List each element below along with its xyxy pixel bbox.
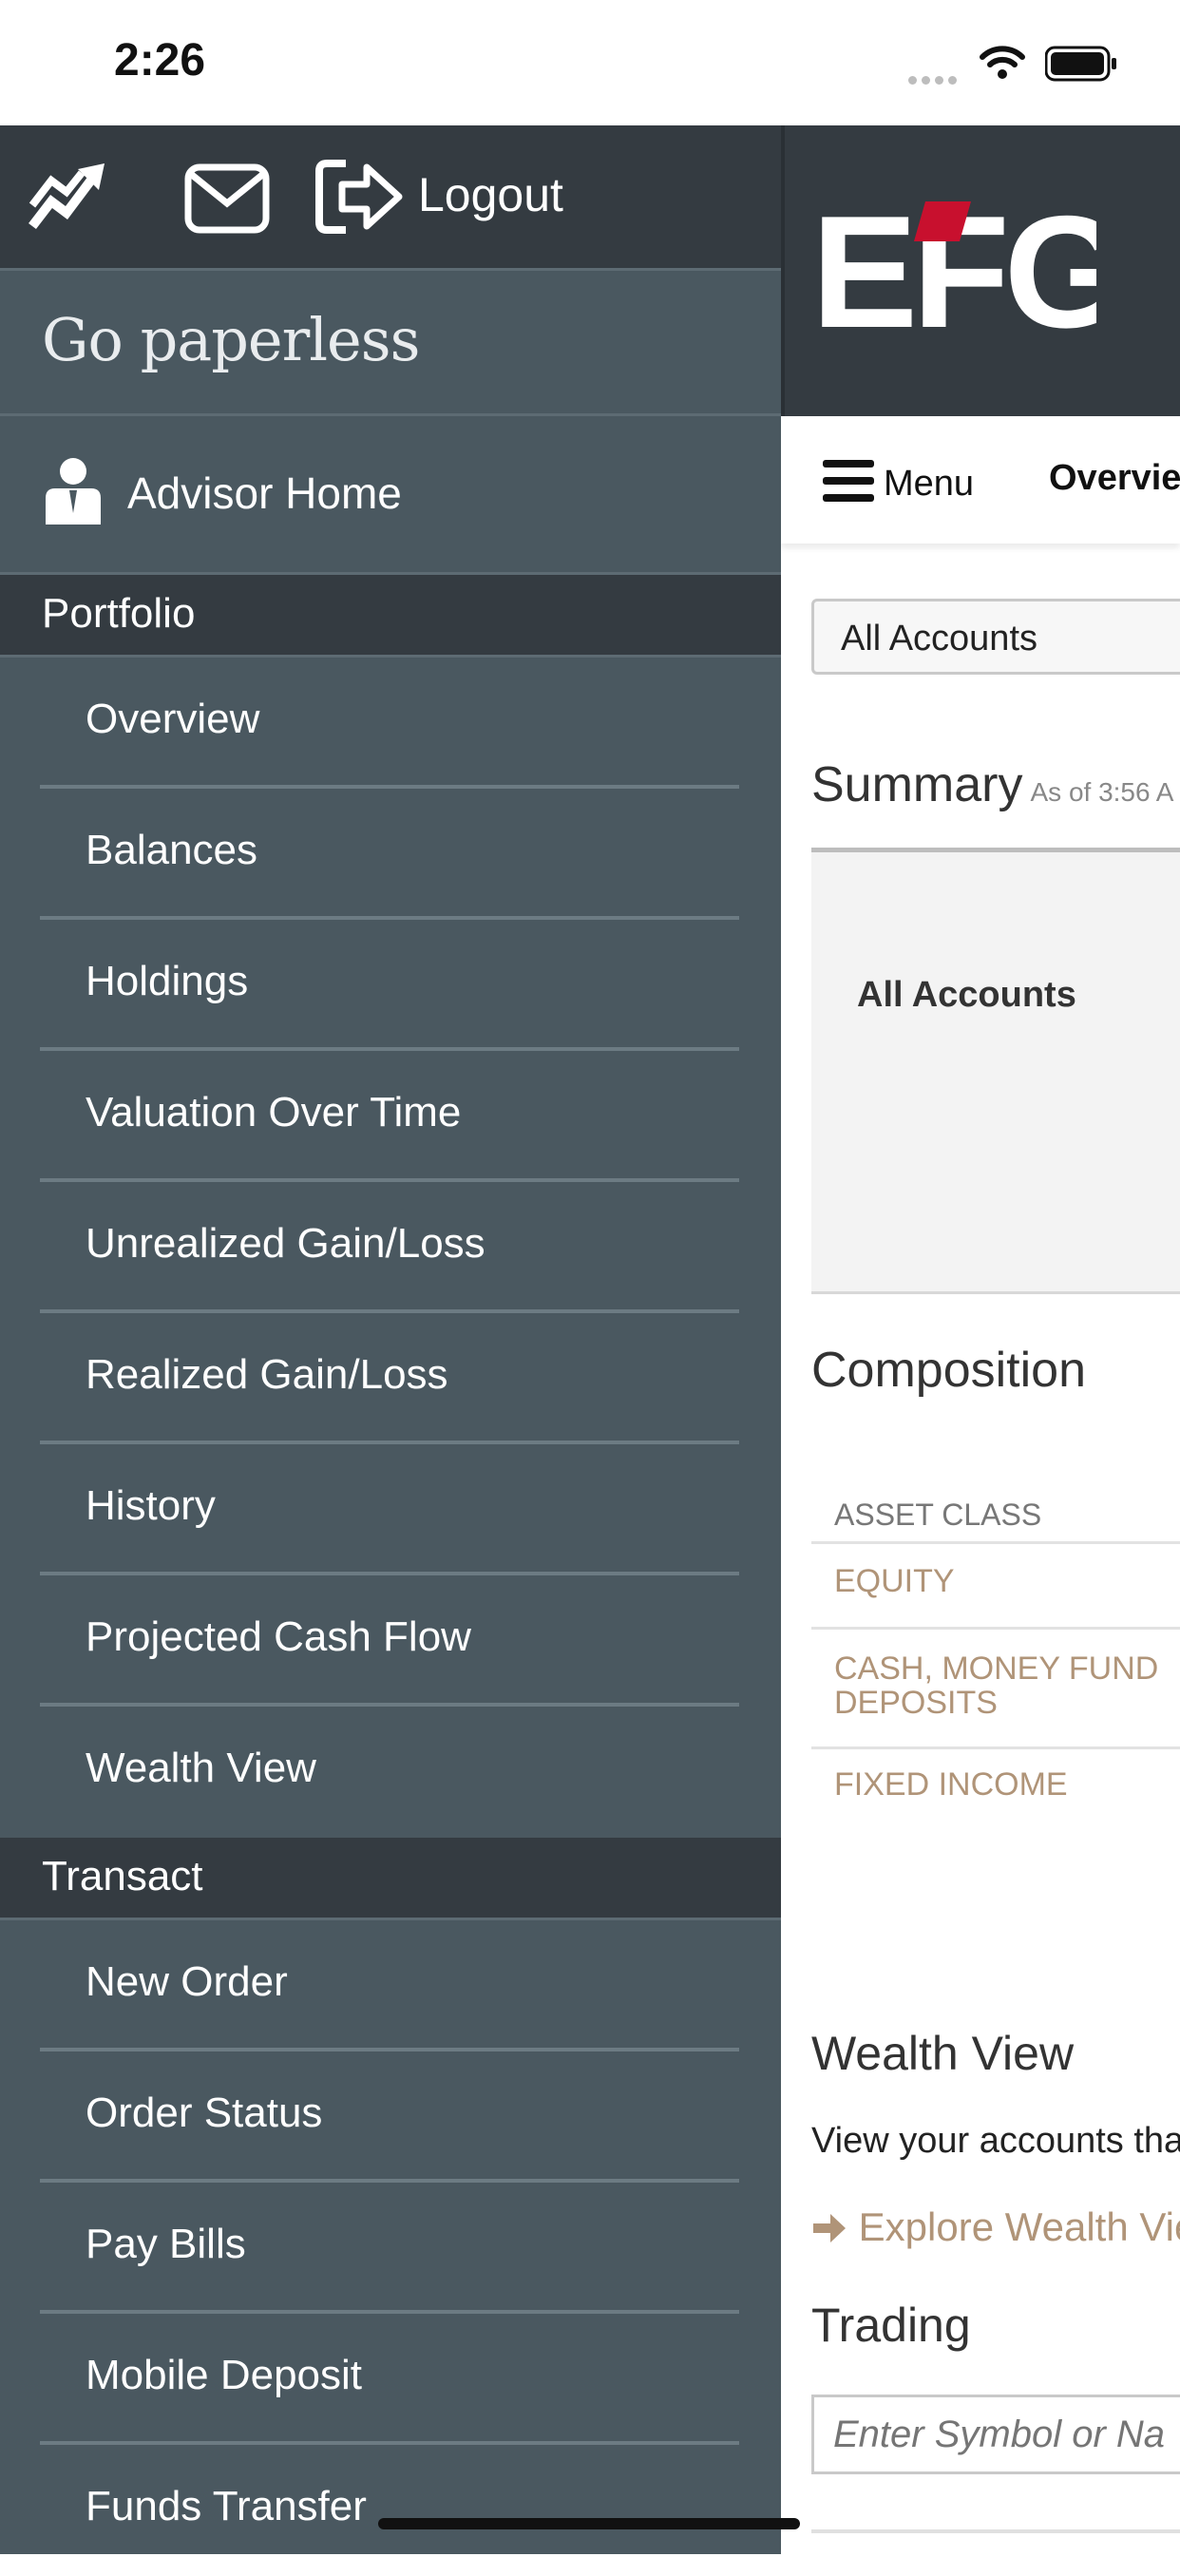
account-select-value: All Accounts [841,619,1037,658]
arrow-right-icon [813,2214,846,2242]
sidebar-item-history[interactable]: History [0,1444,781,1575]
divider [811,1746,1180,1749]
efg-logo: EFG [811,196,1096,338]
trading-title: Trading [811,2299,971,2352]
section-portfolio-title: Portfolio [42,590,196,637]
asset-row-cash[interactable]: CASH, MONEY FUND DEPOSITS [834,1651,1180,1720]
menu-button[interactable]: Menu [884,464,974,505]
sidebar-top-bar: Logout [0,125,781,271]
logout-button[interactable]: Logout [418,167,563,222]
explore-wealth-view-link[interactable]: Explore Wealth Vie [811,2204,1180,2250]
section-transact: Transact [0,1838,781,1920]
divider [811,1627,1180,1630]
home-indicator[interactable] [378,2518,800,2529]
sidebar-item-mobile-deposit[interactable]: Mobile Deposit [0,2314,781,2445]
advisor-home-link[interactable]: Advisor Home [0,416,781,575]
wifi-icon [980,46,1025,79]
tab-overview[interactable]: Overvie [1049,458,1180,499]
logout-icon[interactable] [314,158,405,236]
hamburger-menu-icon[interactable] [823,458,874,504]
top-nav: Menu Overvie [781,416,1180,544]
battery-icon [1045,46,1116,82]
summary-as-of: As of 3:56 A [1030,777,1174,807]
wealth-view-text: View your accounts tha [811,2121,1180,2161]
summary-account-label: All Accounts [857,975,1076,1015]
sidebar-item-new-order[interactable]: New Order [0,1920,781,2051]
status-time: 2:26 [114,35,206,86]
brand-header: EFG [781,125,1180,416]
symbol-search-input[interactable] [811,2395,1180,2474]
divider [811,1541,1180,1544]
main-panel: EFG Menu Overvie All Accounts Summary As … [781,125,1180,2554]
sidebar-item-realized-gain-loss[interactable]: Realized Gain/Loss [0,1313,781,1444]
summary-card: All Accounts [811,848,1180,1294]
composition-title: Composition [811,1343,1087,1398]
asset-class-header: ASSET CLASS [834,1498,1042,1532]
mail-icon[interactable] [184,163,270,234]
sidebar-item-funds-transfer[interactable]: Funds Transfer [0,2445,781,2576]
sidebar-item-valuation-over-time[interactable]: Valuation Over Time [0,1051,781,1182]
divider [811,2529,1180,2533]
sidebar-item-unrealized-gain-loss[interactable]: Unrealized Gain/Loss [0,1182,781,1313]
chart-trend-icon[interactable] [29,158,110,234]
sidebar-item-overview[interactable]: Overview [0,658,781,789]
summary-title: Summary As of 3:56 A [811,757,1174,812]
sidebar: Logout Go paperless Advisor Home Portfol… [0,125,781,2554]
go-paperless-label: Go paperless [42,305,420,374]
advisor-home-label: Advisor Home [127,468,402,518]
section-transact-title: Transact [42,1853,203,1899]
status-bar: 2:26 [0,0,1180,125]
sidebar-item-wealth-view[interactable]: Wealth View [0,1707,781,1838]
sidebar-item-order-status[interactable]: Order Status [0,2051,781,2183]
asset-row-fixed-income[interactable]: FIXED INCOME [834,1767,1180,1802]
advisor-person-icon [46,458,101,525]
sidebar-item-pay-bills[interactable]: Pay Bills [0,2183,781,2314]
sidebar-item-balances[interactable]: Balances [0,789,781,920]
sidebar-item-holdings[interactable]: Holdings [0,920,781,1051]
sidebar-item-projected-cash-flow[interactable]: Projected Cash Flow [0,1575,781,1707]
asset-row-equity[interactable]: EQUITY [834,1564,1180,1598]
go-paperless-banner[interactable]: Go paperless [0,271,781,416]
wealth-view-title: Wealth View [811,2027,1075,2080]
section-portfolio: Portfolio [0,575,781,658]
account-select[interactable]: All Accounts [811,599,1180,675]
signal-icon [908,72,963,85]
